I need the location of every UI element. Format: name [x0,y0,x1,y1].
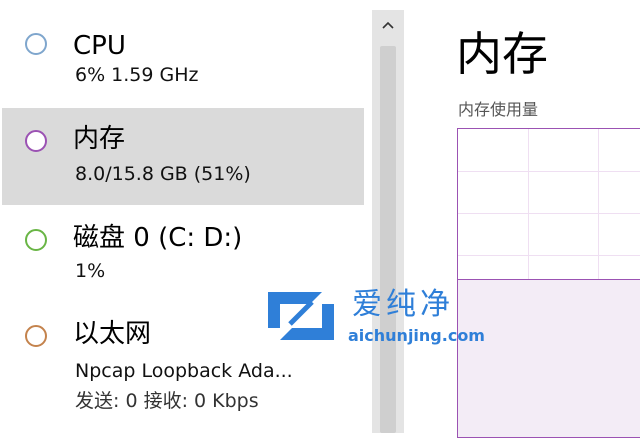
sidebar-item-subtitle: 6% 1.59 GHz [75,64,199,86]
sidebar-item-title: 磁盘 0 (C: D:) [73,223,243,253]
sidebar-item-title: CPU [73,31,126,61]
ethernet-status-ring-icon [25,325,47,347]
sidebar-item-subtitle: 8.0/15.8 GB (51%) [75,163,251,185]
graph-gridline [458,213,640,214]
sidebar-item-subtitle: Npcap Loopback Ada... [75,360,293,382]
watermark-logo-icon [268,292,334,340]
cpu-status-ring-icon [25,33,47,55]
watermark-url: aichunjing.com [348,326,485,345]
sidebar-item-throughput: 发送: 0 接收: 0 Kbps [75,390,259,412]
memory-details-panel: 内存 内存使用量 [404,0,640,438]
disk-status-ring-icon [25,229,47,251]
watermark: 爱纯净 aichunjing.com [262,282,502,352]
graph-gridline [458,255,640,256]
chevron-up-icon [382,21,394,29]
performance-sidebar: CPU 6% 1.59 GHz 内存 8.0/15.8 GB (51%) 磁盘 … [0,0,372,433]
watermark-name: 爱纯净 [352,287,454,322]
sidebar-item-title: 内存 [73,124,126,154]
sidebar-item-cpu[interactable]: CPU 6% 1.59 GHz [2,8,364,105]
sidebar-item-memory[interactable]: 内存 8.0/15.8 GB (51%) [2,108,364,205]
sidebar-item-subtitle: 1% [75,260,106,282]
scrollbar-thumb[interactable] [380,46,396,433]
memory-usage-label: 内存使用量 [458,100,539,119]
memory-status-ring-icon [25,130,47,152]
sidebar-item-title: 以太网 [73,319,152,349]
page-title: 内存 [456,27,548,81]
graph-gridline [458,171,640,172]
scroll-up-button[interactable] [372,10,404,40]
